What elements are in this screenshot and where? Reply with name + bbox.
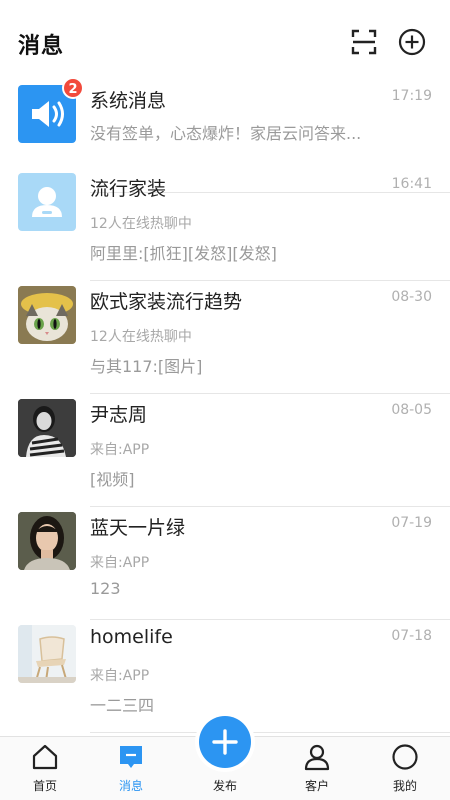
header: 消息 [0,0,450,80]
avatar [18,173,76,231]
message-preview: 与其117:[图片] [90,357,203,376]
tab-label: 消息 [118,779,143,793]
tab-label: 我的 [392,779,417,793]
online-count: 12人在线热聊中 [90,329,192,345]
conversation-time: 17:19 [391,88,432,104]
conversation-time: 07-19 [391,515,432,531]
chair-avatar-image [18,625,76,683]
message-preview: 123 [90,579,121,598]
unread-badge: 2 [62,77,84,99]
conversation-time: 08-30 [391,289,432,305]
conversation-time: 08-05 [391,402,432,418]
conversation-name: 流行家装 [90,178,167,200]
tab-mine[interactable]: 我的 [360,737,450,800]
divider [90,732,450,733]
conversation-name: 蓝天一片绿 [90,517,186,539]
home-icon [32,744,58,770]
list-item[interactable]: 欧式家装流行趋势 08-30 12人在线热聊中 与其117:[图片] [0,281,450,394]
online-count: 12人在线热聊中 [90,216,192,232]
avatar [18,625,76,683]
list-item[interactable]: 尹志周 08-05 来自:APP [视频] [0,394,450,507]
conversation-name: 欧式家装流行趋势 [90,291,243,313]
circle-icon [392,744,418,770]
avatar [18,512,76,570]
source-label: 来自:APP [90,555,150,571]
message-preview: 一二三四 [90,696,155,715]
person-icon [304,744,330,771]
source-label: 来自:APP [90,668,150,684]
publish-button[interactable] [199,716,251,768]
source-label: 来自:APP [90,442,150,458]
scan-icon[interactable] [350,28,378,56]
list-item[interactable]: 流行家装 16:41 12人在线热聊中 阿里里:[抓狂][发怒][发怒] [0,168,450,281]
conversation-name: 尹志周 [90,404,148,426]
tab-messages[interactable]: 消息 [86,737,176,800]
conversation-time: 07-18 [391,628,432,644]
plus-icon [212,729,238,755]
conversation-time: 16:41 [391,176,432,192]
add-circle-icon[interactable] [398,28,426,56]
portrait-avatar-image [18,399,76,457]
message-preview: 没有签单，心态爆炸！家居云问答来... [90,124,362,143]
message-icon [120,746,142,768]
tab-customers[interactable]: 客户 [272,737,362,800]
group-avatar-icon [32,187,62,217]
tab-label: 发布 [212,779,237,793]
avatar [18,399,76,457]
portrait-avatar-image [18,512,76,570]
page-title: 消息 [18,34,65,59]
cat-avatar-image [18,286,76,344]
conversation-name: 系统消息 [90,90,167,112]
avatar [18,286,76,344]
conversation-name: homelife [90,626,173,648]
message-preview: 阿里里:[抓狂][发怒][发怒] [90,244,277,263]
message-preview: [视频] [90,470,135,489]
list-item[interactable]: 蓝天一片绿 07-19 来自:APP 123 [0,507,450,620]
tab-label: 客户 [304,779,329,793]
tab-home[interactable]: 首页 [0,737,90,800]
tab-label: 首页 [32,779,57,793]
